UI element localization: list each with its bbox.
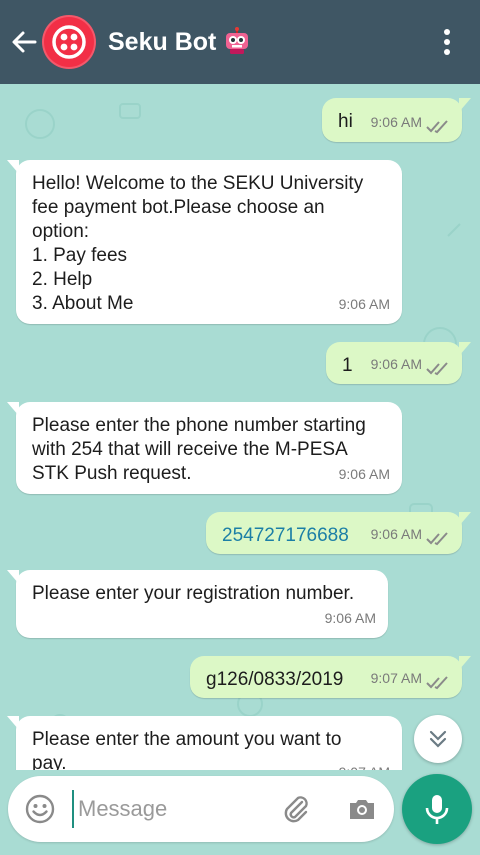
message-time: 9:06 AM bbox=[338, 466, 390, 482]
message-outgoing[interactable]: g126/0833/2019 9:07 AM bbox=[190, 656, 471, 698]
camera-icon[interactable] bbox=[346, 793, 378, 825]
message-outgoing[interactable]: hi 9:06 AM bbox=[322, 98, 471, 142]
more-options-icon[interactable] bbox=[436, 26, 458, 58]
message-incoming[interactable]: Please enter the phone number starting w… bbox=[7, 402, 402, 494]
chat-area[interactable]: hi 9:06 AM Hello! Welcome to the SEKU Un… bbox=[0, 84, 480, 770]
message-incoming[interactable]: Please enter the amount you want to pay.… bbox=[7, 716, 402, 770]
robot-icon bbox=[226, 27, 248, 54]
message-text: Please enter the amount you want to pay. bbox=[32, 729, 342, 770]
read-ticks-icon bbox=[426, 362, 448, 376]
read-ticks-icon bbox=[426, 532, 448, 546]
message-time: 9:06 AM bbox=[370, 526, 422, 542]
message-time: 9:07 AM bbox=[370, 670, 422, 686]
message-time: 9:06 AM bbox=[370, 356, 422, 372]
scroll-to-bottom-button[interactable] bbox=[414, 715, 462, 763]
message-text: Please enter your registration number. bbox=[32, 583, 355, 604]
message-time: 9:06 AM bbox=[338, 296, 390, 312]
message-time: 9:07 AM bbox=[339, 760, 390, 770]
emoji-icon[interactable] bbox=[24, 793, 56, 825]
message-text: Hello! Welcome to the SEKU University fe… bbox=[32, 173, 364, 314]
avatar[interactable] bbox=[42, 15, 96, 69]
read-ticks-icon bbox=[426, 676, 448, 690]
message-input[interactable] bbox=[72, 790, 272, 828]
message-outgoing[interactable]: 254727176688 9:06 AM bbox=[206, 512, 471, 554]
chevron-double-down-icon bbox=[429, 730, 447, 748]
message-text: g126/0833/2019 bbox=[206, 669, 344, 690]
attach-icon[interactable] bbox=[280, 793, 312, 825]
message-outgoing[interactable]: 1 9:06 AM bbox=[326, 342, 471, 384]
message-incoming[interactable]: Hello! Welcome to the SEKU University fe… bbox=[7, 160, 402, 324]
message-incoming[interactable]: Please enter your registration number. 9… bbox=[7, 570, 388, 638]
message-time: 9:06 AM bbox=[370, 114, 422, 130]
message-time: 9:06 AM bbox=[324, 610, 376, 626]
twilio-logo-icon bbox=[52, 25, 86, 59]
chat-title[interactable]: Seku Bot bbox=[108, 26, 216, 58]
message-composer bbox=[8, 776, 394, 842]
phone-number-link[interactable]: 254727176688 bbox=[222, 525, 349, 546]
read-ticks-icon bbox=[426, 120, 448, 134]
back-arrow-icon[interactable] bbox=[10, 28, 38, 56]
message-text: hi bbox=[338, 111, 353, 132]
message-text: 1 bbox=[342, 355, 353, 376]
message-text: Please enter the phone number starting w… bbox=[32, 415, 366, 484]
mic-button[interactable] bbox=[402, 774, 472, 844]
mic-icon bbox=[425, 795, 449, 824]
chat-header: Seku Bot bbox=[0, 0, 480, 84]
